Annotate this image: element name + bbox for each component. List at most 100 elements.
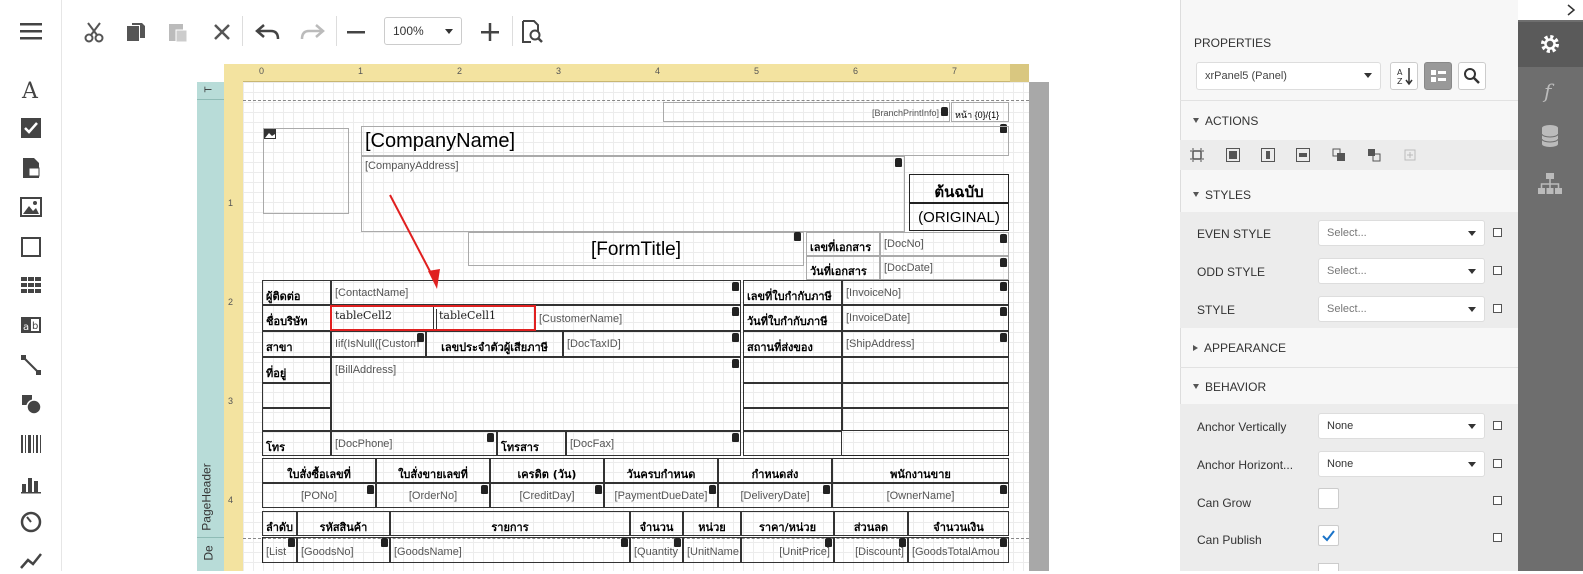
po-no-field[interactable]: [PONo] — [262, 483, 376, 508]
style-select[interactable]: Select... — [1318, 296, 1485, 322]
zoom-in-icon[interactable] — [476, 18, 504, 46]
anchor-horizontally-select[interactable]: None — [1318, 451, 1485, 477]
data-source-tab[interactable] — [1539, 124, 1561, 153]
bring-to-front-icon[interactable] — [1332, 148, 1346, 162]
expressions-tab[interactable]: f — [1539, 79, 1561, 107]
ship-label[interactable]: สถานที่ส่งของ — [743, 331, 842, 357]
zoom-select[interactable]: 100% — [384, 17, 462, 45]
band-detail[interactable]: De — [197, 538, 224, 571]
company-label[interactable]: ชื่อบริษัท — [262, 305, 331, 331]
address-label[interactable]: ที่อยู่ — [262, 357, 331, 383]
col-desc-header[interactable]: รายการ — [390, 511, 630, 536]
detail-code-field[interactable]: [GoodsNo] — [297, 537, 390, 563]
branch-label[interactable]: สาขา — [262, 331, 331, 357]
col-code-header[interactable]: รหัสสินค้า — [297, 511, 390, 536]
sparkline-tool-icon[interactable] — [18, 548, 44, 574]
behavior-section-header[interactable]: BEHAVIOR — [1193, 380, 1266, 394]
anchor-vertically-select[interactable]: None — [1318, 413, 1485, 439]
line-tool-icon[interactable] — [18, 352, 44, 378]
chart-tool-icon[interactable] — [18, 470, 44, 496]
table-cell-1[interactable]: tableCell1 — [436, 309, 496, 329]
address-spacer-cell[interactable] — [262, 408, 331, 431]
next-checkbox-partial[interactable] — [1318, 563, 1339, 571]
col-unit-header[interactable]: หน่วย — [683, 511, 741, 536]
due-date-field[interactable]: [PaymentDueDate] — [604, 483, 718, 508]
branch-expression-field[interactable]: Iif(IsNull([Custom — [331, 331, 426, 357]
invoice-date-field[interactable]: [InvoiceDate] — [842, 305, 1009, 331]
appearance-section-header[interactable]: APPEARANCE — [1193, 341, 1286, 355]
invoice-spacer-cell[interactable] — [842, 408, 1009, 431]
send-to-back-icon[interactable] — [1367, 148, 1381, 162]
delivery-date-field[interactable]: [DeliveryDate] — [718, 483, 832, 508]
branch-print-field[interactable]: [BranchPrintInfo] — [663, 102, 950, 122]
table-cell-2[interactable]: tableCell2 — [335, 309, 392, 322]
contact-label[interactable]: ผู้ติดต่อ — [262, 280, 331, 305]
even-style-select[interactable]: Select... — [1318, 220, 1485, 246]
ship-address-field[interactable]: [ShipAddress] — [842, 331, 1009, 357]
po-no-header[interactable]: ใบสั่งซื้อเลขที่ — [262, 458, 376, 483]
styles-section-header[interactable]: STYLES — [1193, 188, 1251, 202]
band-pageheader[interactable]: PageHeader — [197, 100, 224, 538]
detail-unit-field[interactable]: [UnitName — [683, 537, 741, 563]
even-style-row[interactable]: EVEN STYLE — [1197, 227, 1271, 241]
col-qty-header[interactable]: จำนวน — [630, 511, 683, 536]
invoice-spacer-cell[interactable] — [743, 431, 842, 456]
tax-id-label[interactable]: เลขประจำตัวผู้เสียภาษี — [426, 331, 563, 357]
col-seq-header[interactable]: ลำดับ — [262, 511, 297, 536]
checkbox-tool-icon[interactable] — [18, 115, 44, 141]
barcode-tool-icon[interactable] — [18, 431, 44, 457]
character-comb-tool-icon[interactable]: ab — [18, 312, 44, 338]
invoice-date-label[interactable]: วันที่ใบกำกับภาษี — [743, 305, 842, 331]
credit-day-field[interactable]: [CreditDay] — [490, 483, 604, 508]
salesperson-field[interactable]: [OwnerName] — [832, 483, 1009, 508]
invoice-spacer-cell[interactable] — [743, 383, 842, 408]
company-name-field[interactable]: [CompanyName] — [361, 126, 1009, 156]
order-no-field[interactable]: [OrderNo] — [376, 483, 490, 508]
col-price-header[interactable]: ราคา/หน่วย — [741, 511, 834, 536]
invoice-spacer-cell[interactable] — [743, 408, 842, 431]
detail-amount-field[interactable]: [GoodsTotalAmou — [908, 537, 1009, 563]
invoice-no-field[interactable]: [InvoiceNo] — [842, 280, 1009, 305]
can-grow-marker[interactable] — [1493, 496, 1502, 505]
search-properties-button[interactable] — [1458, 62, 1486, 90]
odd-style-select[interactable]: Select... — [1318, 258, 1485, 284]
detail-discount-field[interactable]: [Discount] — [834, 537, 908, 563]
properties-tab[interactable] — [1518, 22, 1583, 67]
doc-no-field[interactable]: [DocNo] — [880, 232, 1009, 256]
collapse-bar[interactable] — [1518, 0, 1583, 20]
col-amount-header[interactable]: จำนวนเงิน — [908, 511, 1009, 536]
sort-alphabetical-button[interactable]: AZ — [1390, 62, 1418, 90]
copy-icon[interactable] — [122, 18, 150, 46]
picture-tool-icon[interactable] — [18, 194, 44, 220]
can-publish-marker[interactable] — [1493, 533, 1502, 542]
selected-table-row[interactable]: tableCell2 tableCell1 — [330, 305, 536, 331]
label-tool-icon[interactable]: A — [18, 76, 44, 102]
table-tool-icon[interactable] — [18, 273, 44, 299]
bill-address-field[interactable]: [BillAddress] — [331, 357, 741, 431]
order-no-header[interactable]: ใบสั่งขายเลขที่ — [376, 458, 490, 483]
phone-label[interactable]: โทร — [262, 431, 331, 456]
style-row[interactable]: STYLE — [1197, 303, 1235, 317]
center-vertically-icon[interactable] — [1296, 148, 1310, 162]
detail-desc-field[interactable]: [GoodsName] — [390, 537, 630, 563]
style-marker[interactable] — [1493, 304, 1502, 313]
zoom-out-icon[interactable] — [342, 18, 370, 46]
col-discount-header[interactable]: ส่วนลด — [834, 511, 908, 536]
gauge-tool-icon[interactable] — [18, 509, 44, 535]
invoice-spacer-cell[interactable] — [842, 357, 1009, 383]
can-publish-checkbox[interactable] — [1318, 525, 1339, 546]
report-explorer-tab[interactable] — [1538, 172, 1562, 201]
cut-icon[interactable] — [80, 18, 108, 46]
can-grow-checkbox[interactable] — [1318, 488, 1339, 509]
page-number-field[interactable]: หน้า {0}/{1} — [951, 102, 1009, 122]
odd-style-marker[interactable] — [1493, 266, 1502, 275]
detail-price-field[interactable]: [UnitPrice] — [741, 537, 834, 563]
fit-bounds-icon[interactable] — [1190, 148, 1204, 162]
panel-tool-icon[interactable] — [18, 234, 44, 260]
tax-id-field[interactable]: [DocTaxID] — [563, 331, 741, 357]
shape-tool-icon[interactable] — [18, 391, 44, 417]
even-style-marker[interactable] — [1493, 228, 1502, 237]
original-en-label[interactable]: (ORIGINAL) — [909, 203, 1009, 231]
delivery-date-header[interactable]: กำหนดส่ง — [718, 458, 832, 483]
form-title-field[interactable]: [FormTitle] — [468, 232, 804, 266]
